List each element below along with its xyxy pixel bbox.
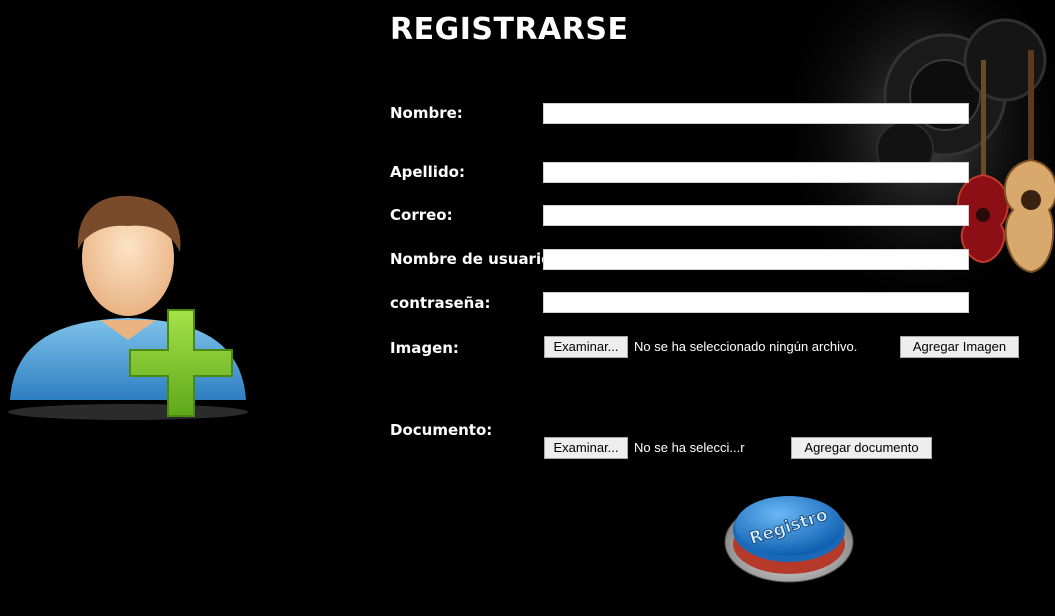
imagen-file-status: No se ha seleccionado ningún archivo. (634, 339, 858, 354)
usuario-field[interactable] (543, 249, 969, 270)
agregar-imagen-button[interactable]: Agregar Imagen (900, 336, 1019, 358)
apellido-label: Apellido: (390, 163, 465, 181)
contrasena-field[interactable] (543, 292, 969, 313)
registro-submit-button[interactable]: Registro (722, 484, 856, 584)
add-user-icon (8, 195, 248, 420)
correo-label: Correo: (390, 206, 453, 224)
imagen-label: Imagen: (390, 339, 459, 357)
imagen-browse-button[interactable]: Examinar... (544, 336, 628, 358)
guitars-decoration-image (795, 0, 1055, 320)
documento-label: Documento: (390, 421, 493, 439)
agregar-documento-button[interactable]: Agregar documento (791, 437, 932, 459)
nombre-field[interactable] (543, 103, 969, 124)
apellido-field[interactable] (543, 162, 969, 183)
nombre-label: Nombre: (390, 104, 463, 122)
documento-file-status: No se ha selecci...r (634, 440, 745, 455)
usuario-label: Nombre de usuario: (390, 250, 558, 268)
page-title: REGISTRARSE (390, 12, 629, 47)
documento-browse-button[interactable]: Examinar... (544, 437, 628, 459)
correo-field[interactable] (543, 205, 969, 226)
contrasena-label: contraseña: (390, 294, 491, 312)
